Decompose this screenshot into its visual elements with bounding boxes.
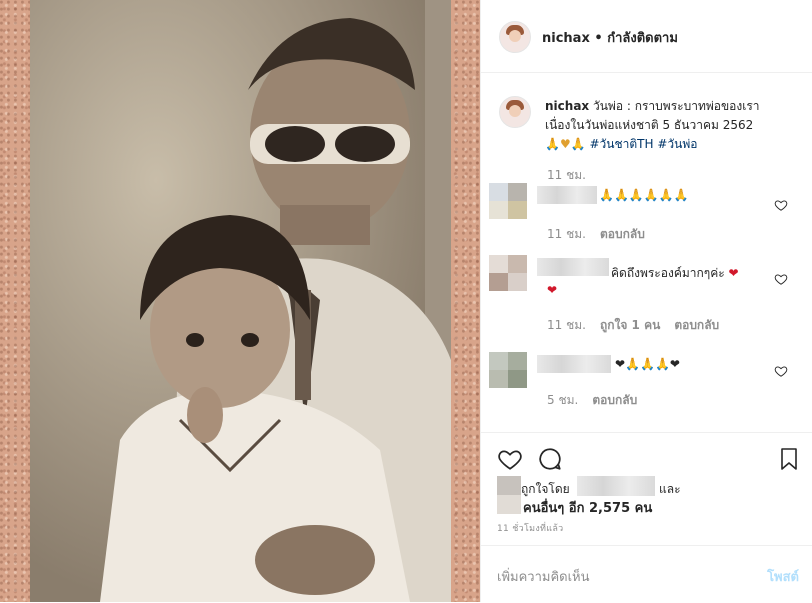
likes-and: และ xyxy=(659,482,681,496)
reply-button[interactable]: ตอบกลับ xyxy=(600,227,645,241)
comment-text: คิดถึงพระองค์มากๆค่ะ xyxy=(611,266,725,280)
comment-like-heart-icon[interactable] xyxy=(774,272,788,286)
heart-icon[interactable] xyxy=(497,446,523,472)
comment-text: 🙏🙏🙏🙏🙏🙏 xyxy=(599,188,689,202)
add-comment-bar: เพิ่มความคิดเห็น โพสต์ xyxy=(481,545,812,603)
comment-time: 5 ชม. xyxy=(547,393,579,407)
comment-heart-emoji: ❤ xyxy=(547,283,558,297)
likes-count[interactable]: ถูกใจ 1 คน xyxy=(600,318,660,332)
comment-time: 11 ชม. xyxy=(547,227,586,241)
caption-avatar[interactable] xyxy=(499,96,531,128)
comment-text: ❤🙏🙏🙏❤ xyxy=(615,357,680,371)
caption-emojis: 🙏♥🙏 xyxy=(545,137,586,151)
comment-meta: 11 ชม. ตอบกลับ xyxy=(547,225,645,244)
hashtag-link[interactable]: #วันชาติTH xyxy=(589,137,653,151)
comment-avatar[interactable] xyxy=(489,255,527,291)
follow-status-button[interactable]: กำลังติดตาม xyxy=(607,31,678,46)
reply-button[interactable]: ตอบกลับ xyxy=(592,393,637,407)
caption-time: 11 ชม. xyxy=(547,168,586,182)
avatar[interactable] xyxy=(499,21,531,53)
comment-icon[interactable] xyxy=(537,446,563,472)
caption-line2: เนื่องในวันพ่อแห่งชาติ 5 ธันวาคม 2562 xyxy=(545,118,754,132)
post-photo xyxy=(30,0,451,602)
username-link[interactable]: nichax xyxy=(542,31,590,46)
comment-line: คิดถึงพระองค์มากๆค่ะ ❤ xyxy=(611,264,739,283)
comment-avatar[interactable] xyxy=(489,352,527,388)
comment-like-heart-icon[interactable] xyxy=(774,198,788,212)
liker-avatar[interactable] xyxy=(497,476,521,514)
separator-dot: • xyxy=(594,31,603,46)
blurred-username xyxy=(537,355,611,373)
bookmark-icon[interactable] xyxy=(777,446,801,472)
hashtag-link[interactable]: #วันพ่อ xyxy=(657,137,697,151)
post-panel: nichax • กำลังติดตาม nichax วันพ่อ : กรา… xyxy=(480,0,812,602)
caption-line1: วันพ่อ : กราบพระบาทพ่อของเรา xyxy=(592,99,760,113)
reply-button[interactable]: ตอบกลับ xyxy=(674,318,719,332)
blurred-username xyxy=(537,186,597,204)
add-comment-input[interactable]: เพิ่มความคิดเห็น xyxy=(497,566,590,587)
caption-username[interactable]: nichax xyxy=(545,99,589,113)
comment-meta: 11 ชม. ถูกใจ 1 คน ตอบกลับ xyxy=(547,316,719,335)
comment-like-heart-icon[interactable] xyxy=(774,364,788,378)
blurred-liker-name xyxy=(577,476,655,496)
comment-time: 11 ชม. xyxy=(547,318,586,332)
comment-avatar[interactable] xyxy=(489,183,527,219)
post-comment-button[interactable]: โพสต์ xyxy=(767,566,799,587)
caption-text: nichax วันพ่อ : กราบพระบาทพ่อของเรา เนื่… xyxy=(545,97,800,154)
comment-meta: 5 ชม. ตอบกลับ xyxy=(547,391,637,410)
likes-others-link[interactable]: คนอื่นๆ อีก 2,575 คน xyxy=(523,497,652,518)
comment-heart-suffix: ❤ xyxy=(728,266,739,280)
post-timestamp: 11 ชั่วโมงที่แล้ว xyxy=(497,524,564,534)
post-header: nichax • กำลังติดตาม xyxy=(481,0,812,73)
header-username-line: nichax • กำลังติดตาม xyxy=(542,27,678,48)
blurred-username xyxy=(537,258,609,276)
